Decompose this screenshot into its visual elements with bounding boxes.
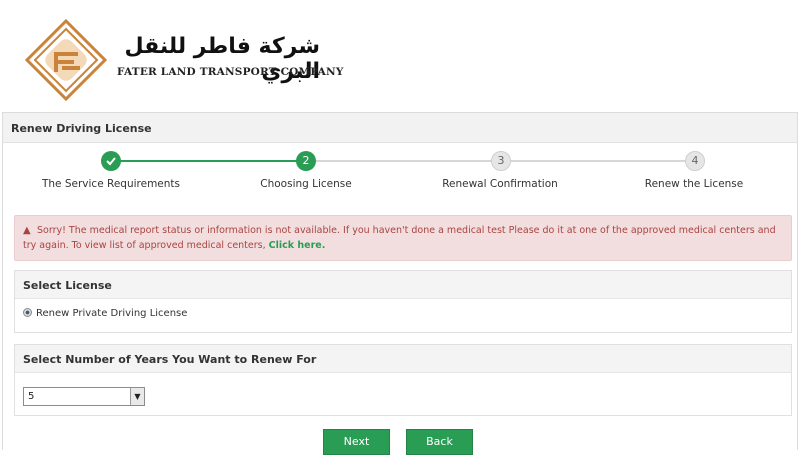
select-years-heading: Select Number of Years You Want to Renew…: [15, 345, 791, 373]
alert-message: Sorry! The medical report status or info…: [23, 225, 776, 251]
panel-header: Renew Driving License: [3, 113, 797, 143]
progress-line-complete: [113, 160, 307, 162]
back-button[interactable]: Back: [406, 429, 473, 455]
step-1-label: The Service Requirements: [41, 178, 181, 190]
select-license-heading: Select License: [15, 271, 791, 299]
select-years-section: Select Number of Years You Want to Renew…: [14, 344, 792, 416]
step-3-circle: 3: [491, 151, 511, 171]
check-icon: [106, 157, 116, 166]
company-logo-icon: [24, 18, 108, 102]
warning-icon: ▲: [23, 225, 31, 236]
medical-report-alert: ▲ Sorry! The medical report status or inf…: [14, 215, 792, 261]
page-title: Renew Driving License: [11, 122, 152, 135]
step-4-circle: 4: [685, 151, 705, 171]
header-logo-area: شركة فاطر للنقل البري FATER LAND TRANSPO…: [0, 0, 800, 110]
step-3-label: Renewal Confirmation: [442, 178, 558, 190]
step-2-circle: 2: [296, 151, 316, 171]
license-radio[interactable]: [23, 308, 32, 317]
renew-license-panel: Renew Driving License 2 3 4 The Service …: [2, 112, 798, 455]
approved-centers-link[interactable]: Click here.: [269, 240, 326, 251]
select-license-section: Select License Renew Private Driving Lic…: [14, 270, 792, 333]
license-option-row[interactable]: Renew Private Driving License: [23, 308, 187, 319]
chevron-down-icon[interactable]: ▼: [130, 388, 144, 405]
years-select[interactable]: 5 ▼: [23, 387, 145, 406]
step-1-circle: [101, 151, 121, 171]
company-name-english: FATER LAND TRANSPORT COMPANY: [117, 66, 344, 78]
step-4-label: Renew the License: [644, 178, 744, 190]
step-2-label: Choosing License: [260, 178, 352, 190]
license-option-label: Renew Private Driving License: [36, 308, 188, 319]
years-selected-value: 5: [28, 391, 35, 402]
next-button[interactable]: Next: [323, 429, 390, 455]
